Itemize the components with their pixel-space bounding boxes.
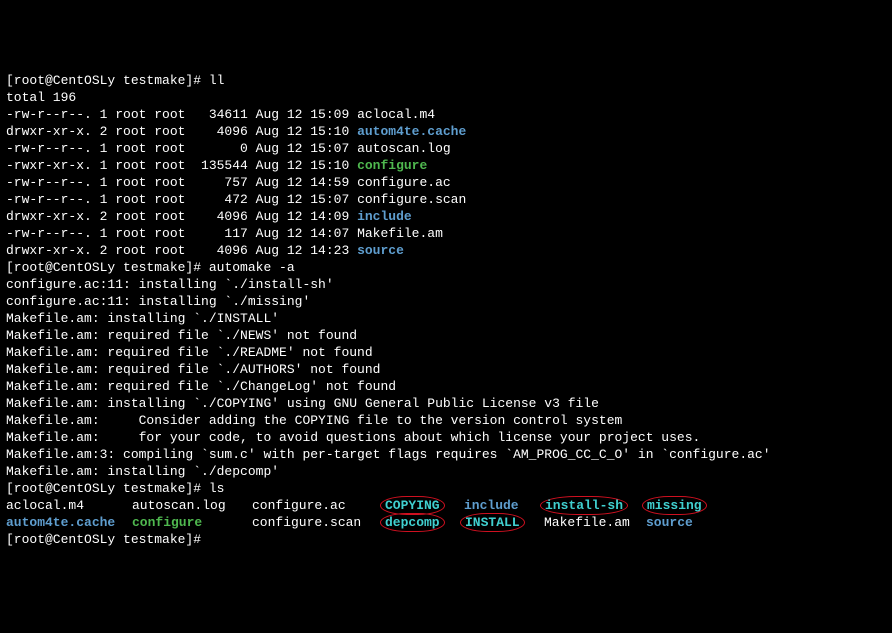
- file-name: Makefile.am: [544, 515, 630, 530]
- file-entry: -rw-r--r--. 1 root root 34611 Aug 12 15:…: [6, 106, 886, 123]
- command-line: [root@CentOSLy testmake]# ll: [6, 72, 886, 89]
- output-line: Makefile.am:3: compiling `sum.c' with pe…: [6, 446, 886, 463]
- output-line: Makefile.am: required file `./AUTHORS' n…: [6, 361, 886, 378]
- output-line: Makefile.am: required file `./README' no…: [6, 344, 886, 361]
- command-text[interactable]: ls: [209, 481, 225, 496]
- file-name: install-sh: [545, 498, 623, 513]
- file-name: autoscan.log: [357, 141, 451, 156]
- output-line: configure.ac:11: installing `./missing': [6, 293, 886, 310]
- file-name: configure.scan: [357, 192, 466, 207]
- command-line: [root@CentOSLy testmake]# ls: [6, 480, 886, 497]
- file-name: Makefile.am: [357, 226, 443, 241]
- file-name: autoscan.log: [132, 498, 226, 513]
- command-line[interactable]: [root@CentOSLy testmake]#: [6, 531, 886, 548]
- file-name: autom4te.cache: [357, 124, 466, 139]
- file-name: include: [464, 498, 519, 513]
- output-line: Makefile.am: installing `./depcomp': [6, 463, 886, 480]
- highlight-circle: depcomp: [380, 513, 445, 532]
- file-entry: -rw-r--r--. 1 root root 0 Aug 12 15:07 a…: [6, 140, 886, 157]
- file-name: source: [646, 515, 693, 530]
- command-line: [root@CentOSLy testmake]# automake -a: [6, 259, 886, 276]
- shell-prompt: [root@CentOSLy testmake]#: [6, 260, 209, 275]
- shell-prompt: [root@CentOSLy testmake]#: [6, 73, 209, 88]
- output-line: configure.ac:11: installing `./install-s…: [6, 276, 886, 293]
- file-name: include: [357, 209, 412, 224]
- output-line: Makefile.am: Consider adding the COPYING…: [6, 412, 886, 429]
- file-name: configure.ac: [252, 498, 346, 513]
- file-name: configure.ac: [357, 175, 451, 190]
- command-text[interactable]: ll: [209, 73, 225, 88]
- output-line: Makefile.am: for your code, to avoid que…: [6, 429, 886, 446]
- highlight-circle: install-sh: [540, 496, 628, 515]
- file-name: aclocal.m4: [357, 107, 435, 122]
- shell-prompt: [root@CentOSLy testmake]#: [6, 481, 209, 496]
- command-text[interactable]: automake -a: [209, 260, 295, 275]
- file-name: INSTALL: [465, 515, 520, 530]
- file-name: autom4te.cache: [6, 515, 115, 530]
- file-entry: -rwxr-xr-x. 1 root root 135544 Aug 12 15…: [6, 157, 886, 174]
- highlight-circle: missing: [642, 496, 707, 515]
- file-name: COPYING: [385, 498, 440, 513]
- file-entry: -rw-r--r--. 1 root root 757 Aug 12 14:59…: [6, 174, 886, 191]
- total-line: total 196: [6, 89, 886, 106]
- ls-row: aclocal.m4 autoscan.log configure.ac COPYIN…: [6, 497, 886, 514]
- shell-prompt: [root@CentOSLy testmake]#: [6, 532, 209, 547]
- file-entry: drwxr-xr-x. 2 root root 4096 Aug 12 14:0…: [6, 208, 886, 225]
- file-entry: drwxr-xr-x. 2 root root 4096 Aug 12 14:2…: [6, 242, 886, 259]
- output-line: Makefile.am: required file `./ChangeLog'…: [6, 378, 886, 395]
- file-name: source: [357, 243, 404, 258]
- file-name: depcomp: [385, 515, 440, 530]
- output-line: Makefile.am: installing `./INSTALL': [6, 310, 886, 327]
- file-name: missing: [647, 498, 702, 513]
- output-line: Makefile.am: required file `./NEWS' not …: [6, 327, 886, 344]
- file-name: aclocal.m4: [6, 498, 84, 513]
- output-line: Makefile.am: installing `./COPYING' usin…: [6, 395, 886, 412]
- terminal-output: [root@CentOSLy testmake]# lltotal 196-rw…: [6, 72, 886, 548]
- highlight-circle: INSTALL: [460, 513, 525, 532]
- file-entry: -rw-r--r--. 1 root root 472 Aug 12 15:07…: [6, 191, 886, 208]
- file-name: configure.scan: [252, 515, 361, 530]
- ls-row: autom4te.cache configure configure.scan dep…: [6, 514, 886, 531]
- file-entry: -rw-r--r--. 1 root root 117 Aug 12 14:07…: [6, 225, 886, 242]
- file-entry: drwxr-xr-x. 2 root root 4096 Aug 12 15:1…: [6, 123, 886, 140]
- file-name: configure: [357, 158, 427, 173]
- file-name: configure: [132, 515, 202, 530]
